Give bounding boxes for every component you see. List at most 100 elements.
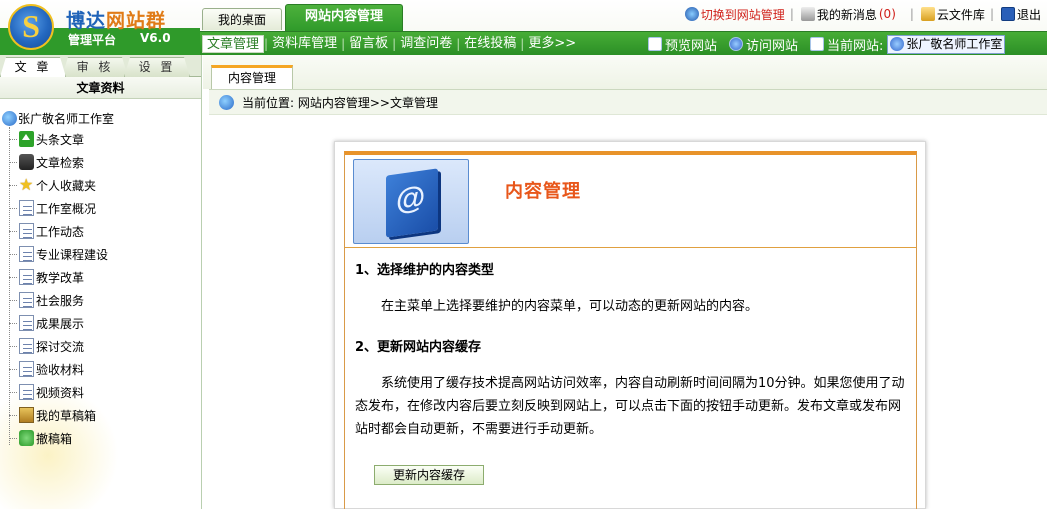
location-icon (219, 94, 234, 110)
nav-online-submit[interactable]: 在线投稿 (460, 35, 520, 53)
tab-article[interactable]: 文 章 (0, 57, 66, 77)
tree-item-courses[interactable]: 专业课程建设 (9, 244, 108, 264)
recycle-icon (19, 430, 34, 446)
search-icon (19, 154, 34, 170)
nav-library-manage[interactable]: 资料库管理 (268, 35, 341, 53)
nav-guestbook[interactable]: 留言板 (345, 35, 392, 53)
draft-icon (19, 407, 34, 423)
logo-icon (8, 4, 54, 50)
globe-icon (2, 110, 17, 126)
tree-item-label: 头条文章 (36, 132, 85, 147)
site-globe-icon (890, 37, 905, 51)
tree-item-favorites[interactable]: 个人收藏夹 (9, 175, 96, 195)
top-links: 切换到网站管理 | 我的新消息 (0) | 云文件库 | 退出 (683, 4, 1041, 24)
tree-item-label: 验收材料 (36, 362, 85, 377)
tree-item-label: 专业课程建设 (36, 247, 109, 262)
nav-survey[interactable]: 调查问卷 (396, 35, 456, 53)
tree-item-results[interactable]: 成果展示 (9, 313, 84, 333)
current-site-select[interactable]: 张广敬名师工作室 (887, 34, 1006, 54)
tree-item-social[interactable]: 社会服务 (9, 290, 84, 310)
tree-item-news[interactable]: 工作动态 (9, 221, 84, 241)
tree-item-headline[interactable]: 头条文章 (9, 129, 84, 149)
switch-site-label: 切换到网站管理 (700, 7, 785, 22)
document-icon (19, 315, 34, 331)
document-icon (19, 246, 34, 262)
document-icon (19, 200, 34, 216)
cloud-files-link[interactable]: 云文件库 (920, 6, 985, 23)
close-icon (1000, 7, 1015, 21)
tree-root-label: 张广敬名师工作室 (18, 111, 115, 126)
main-content: 内容管理 当前位置: 网站内容管理>>文章管理 内容管理 1、选择维护的内容类型… (203, 55, 1047, 509)
tree-item-acceptance[interactable]: 验收材料 (9, 359, 84, 379)
refresh-cache-button[interactable]: 更新内容缓存 (374, 465, 484, 485)
version-label: V6.0 (140, 31, 171, 45)
document-icon (19, 338, 34, 354)
main-nav: 文章管理 | 资料库管理 | 留言板 | 调查问卷 | 在线投稿 | 更多>> … (200, 31, 1047, 55)
tree-item-withdrawn[interactable]: 撤稿箱 (9, 428, 72, 448)
current-site-label-wrap: 当前网站: (810, 35, 883, 54)
tree-item-label: 视频资料 (36, 385, 85, 400)
tree-item-label: 教学改革 (36, 270, 85, 285)
document-icon (19, 384, 34, 400)
tree-item-overview[interactable]: 工作室概况 (9, 198, 96, 218)
tab-my-desktop[interactable]: 我的桌面 (202, 8, 282, 30)
breadcrumb-text: 当前位置: 网站内容管理>>文章管理 (242, 95, 438, 110)
document-icon (19, 269, 34, 285)
tree-item-label: 个人收藏夹 (36, 178, 97, 193)
star-icon (19, 175, 34, 194)
preview-site-link[interactable]: 预览网站 (648, 35, 717, 54)
switch-site-link[interactable]: 切换到网站管理 (684, 6, 785, 23)
tab-content-manage[interactable]: 内容管理 (211, 65, 293, 89)
tree-item-label: 社会服务 (36, 293, 85, 308)
brand-part1: 博达 (66, 10, 107, 32)
nav-right: 预览网站 访问网站 当前网站: 张广敬名师工作室 (648, 34, 1006, 54)
content-panel: 内容管理 1、选择维护的内容类型 在主菜单上选择要维护的内容菜单，可以动态的更新… (334, 141, 926, 509)
preview-icon (648, 37, 662, 51)
tree-item-drafts[interactable]: 我的草稿箱 (9, 405, 96, 425)
up-arrow-icon (19, 131, 34, 147)
tree-item-discussion[interactable]: 探讨交流 (9, 336, 84, 356)
panel-title: 内容管理 (505, 181, 581, 202)
brand-part2: 网站群 (106, 10, 167, 32)
tree-item-video[interactable]: 视频资料 (9, 382, 84, 402)
tree-item-label: 我的草稿箱 (36, 408, 97, 423)
speaker-icon (800, 7, 815, 21)
tree-root[interactable]: 张广敬名师工作室 (2, 109, 114, 127)
panel-header: 内容管理 (345, 155, 916, 248)
document-icon (19, 361, 34, 377)
visit-label: 访问网站 (746, 38, 799, 54)
ie-icon (729, 37, 744, 51)
nav-menu: 文章管理 | 资料库管理 | 留言板 | 调查问卷 | 在线投稿 | 更多>> (202, 34, 580, 54)
section2-text: 系统使用了缓存技术提高网站访问效率，内容自动刷新时间间隔为10分钟。如果您使用了… (355, 376, 905, 437)
tree-item-reform[interactable]: 教学改革 (9, 267, 84, 287)
tree-item-label: 工作动态 (36, 224, 85, 239)
tree-item-search[interactable]: 文章检索 (9, 152, 84, 172)
tree-item-label: 探讨交流 (36, 339, 85, 354)
message-count: (0) (878, 7, 896, 21)
address-book-icon (386, 168, 438, 238)
logo-area: 博达网站群 管理平台 V6.0 (0, 0, 200, 55)
logout-link[interactable]: 退出 (1000, 6, 1041, 23)
tab-settings[interactable]: 设 置 (124, 57, 190, 77)
tab-site-content[interactable]: 网站内容管理 (285, 4, 403, 31)
tree-item-label: 成果展示 (36, 316, 85, 331)
section1-text: 在主菜单上选择要维护的内容菜单，可以动态的更新网站的内容。 (381, 299, 759, 314)
nav-more[interactable]: 更多>> (524, 35, 580, 53)
tree-item-label: 撤稿箱 (36, 431, 73, 446)
tree-item-label: 文章检索 (36, 155, 85, 170)
pages-icon (810, 37, 825, 51)
content-panel-inner: 内容管理 1、选择维护的内容类型 在主菜单上选择要维护的内容菜单，可以动态的更新… (344, 151, 917, 509)
platform-label: 管理平台 (68, 33, 117, 47)
messages-link[interactable]: 我的新消息 (0) (800, 6, 896, 23)
current-site-label: 当前网站: (827, 38, 884, 54)
current-site-value: 张广敬名师工作室 (906, 36, 1003, 51)
divider: | (789, 7, 794, 21)
nav-article-manage[interactable]: 文章管理 (202, 35, 265, 53)
content-tabbar: 内容管理 (203, 55, 1047, 89)
logout-label: 退出 (1016, 7, 1041, 22)
folder-icon (920, 7, 935, 21)
section1-title: 1、选择维护的内容类型 (355, 263, 495, 278)
tab-review[interactable]: 审 核 (62, 57, 128, 77)
visit-site-link[interactable]: 访问网站 (729, 35, 798, 54)
brand-name: 博达网站群 (66, 6, 166, 33)
